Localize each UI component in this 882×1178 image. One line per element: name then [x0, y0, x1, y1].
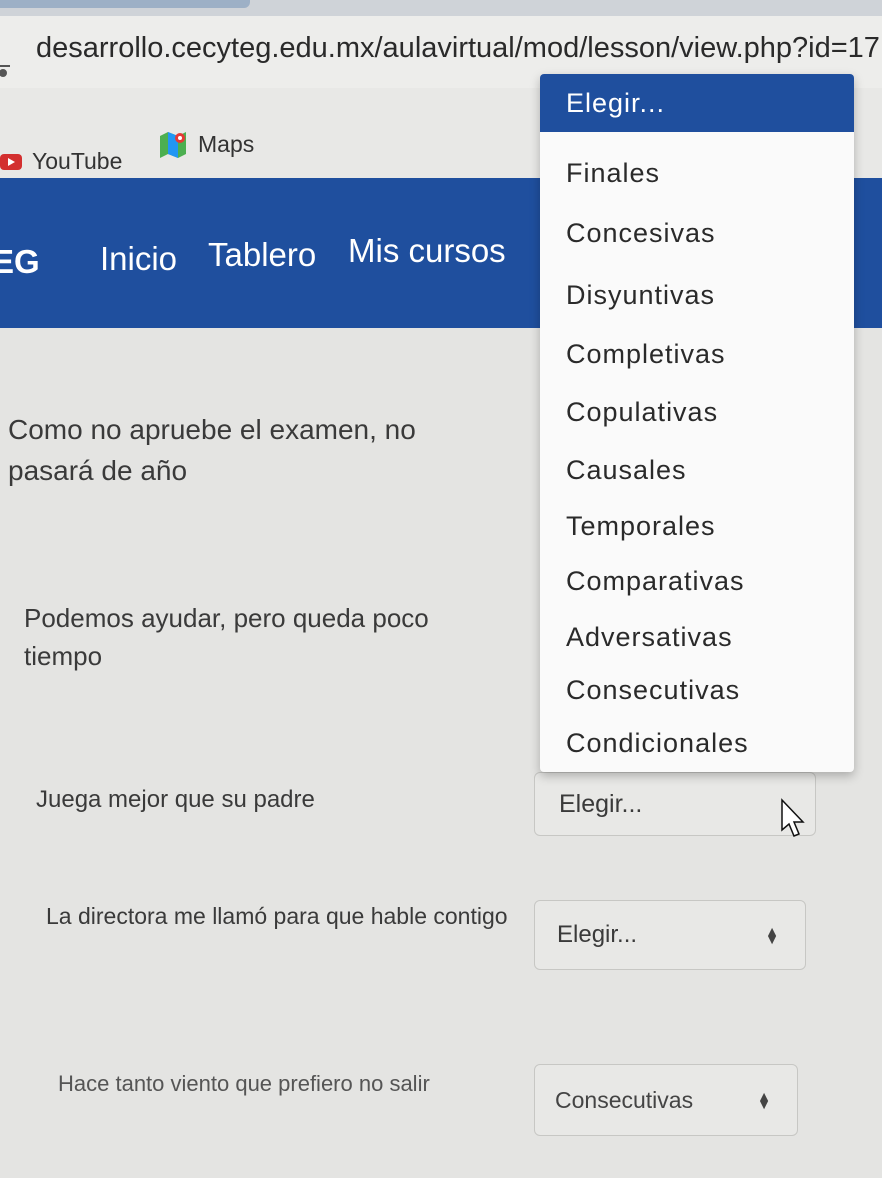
nav-item-mis-cursos[interactable]: Mis cursos	[348, 232, 506, 270]
select-arrows-icon: ▲ ▼	[757, 1088, 771, 1112]
dropdown-option[interactable]: Adversativas	[540, 608, 854, 666]
active-tab-edge[interactable]	[0, 0, 250, 8]
bookmark-youtube[interactable]: YouTube	[0, 148, 122, 175]
answer-select[interactable]: Elegir...	[534, 772, 816, 836]
select-arrows-icon: ▲ ▼	[765, 923, 779, 947]
dropdown-option[interactable]: Temporales	[540, 497, 854, 555]
question-text: La directora me llamó para que hable con…	[46, 903, 508, 929]
nav-item-inicio[interactable]: Inicio	[100, 240, 177, 278]
dropdown-option[interactable]: Comparativas	[540, 552, 854, 610]
answer-select[interactable]: Consecutivas ▲ ▼	[534, 1064, 798, 1136]
bookmark-label: YouTube	[32, 148, 123, 174]
maps-icon	[160, 132, 186, 158]
select-value: Consecutivas	[555, 1086, 694, 1113]
answer-select[interactable]: Elegir... ▲ ▼	[534, 900, 806, 970]
dropdown-option[interactable]: Finales	[540, 144, 854, 202]
select-value: Elegir...	[559, 789, 643, 818]
browser-tab-strip	[0, 0, 882, 16]
site-info-icon[interactable]	[0, 64, 12, 78]
dropdown-option[interactable]: Causales	[540, 441, 854, 499]
question-text: Como no apruebe el examen, no pasará de …	[8, 414, 416, 486]
bookmark-maps[interactable]: Maps	[158, 130, 254, 158]
youtube-icon	[0, 153, 22, 170]
url-text[interactable]: desarrollo.cecyteg.edu.mx/aulavirtual/mo…	[36, 32, 880, 65]
site-logo[interactable]: EG	[0, 243, 40, 281]
question-text: Hace tanto viento que prefiero no salir	[58, 1071, 430, 1096]
dropdown-option[interactable]: Concesivas	[540, 204, 854, 262]
dropdown-option[interactable]: Consecutivas	[540, 661, 854, 719]
select-dropdown-list[interactable]: Elegir... Finales Concesivas Disyuntivas…	[540, 74, 854, 772]
dropdown-option[interactable]: Disyuntivas	[540, 266, 854, 324]
select-value: Elegir...	[557, 921, 638, 948]
dropdown-option[interactable]: Condicionales	[540, 714, 854, 772]
mouse-cursor-icon	[781, 798, 805, 837]
bookmark-label: Maps	[198, 130, 255, 157]
dropdown-option[interactable]: Elegir...	[540, 74, 854, 132]
question-text: Juega mejor que su padre	[36, 786, 315, 813]
dropdown-option[interactable]: Completivas	[540, 325, 854, 383]
question-text: Podemos ayudar, pero queda poco tiempo	[24, 603, 429, 671]
nav-item-tablero[interactable]: Tablero	[208, 236, 316, 274]
dropdown-option[interactable]: Copulativas	[540, 383, 854, 441]
